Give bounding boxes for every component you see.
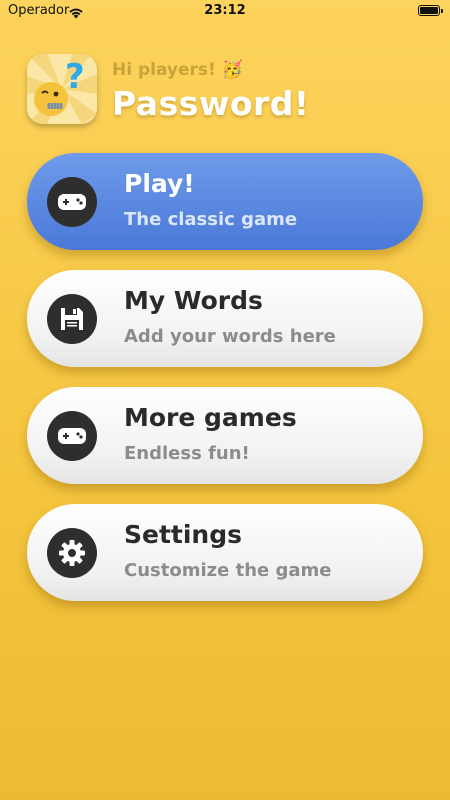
settings-subtitle: Customize the game: [124, 560, 332, 581]
play-title: Play!: [124, 169, 195, 198]
greeting-text: Hi players! 🥳: [112, 60, 243, 80]
more-games-subtitle: Endless fun!: [124, 443, 250, 464]
play-button[interactable]: Play! The classic game: [27, 153, 423, 250]
settings-button[interactable]: Settings Customize the game: [27, 504, 423, 601]
more-games-button[interactable]: More games Endless fun!: [27, 387, 423, 484]
gamepad-icon: [47, 411, 97, 461]
clock: 23:12: [204, 3, 246, 18]
play-subtitle: The classic game: [124, 209, 298, 230]
gamepad-icon: [47, 177, 97, 227]
my-words-button[interactable]: My Words Add your words here: [27, 270, 423, 367]
svg-text:?: ?: [65, 57, 85, 97]
app-logo: ?: [27, 54, 97, 124]
settings-title: Settings: [124, 520, 243, 549]
my-words-subtitle: Add your words here: [124, 326, 336, 347]
my-words-title: My Words: [124, 286, 263, 315]
battery-icon: [418, 5, 443, 16]
status-bar: Operador 23:12: [0, 0, 450, 24]
more-games-title: More games: [124, 403, 297, 432]
floppy-disk-icon: [47, 294, 97, 344]
gear-icon: [47, 528, 97, 578]
page-title: Password!: [112, 84, 310, 123]
